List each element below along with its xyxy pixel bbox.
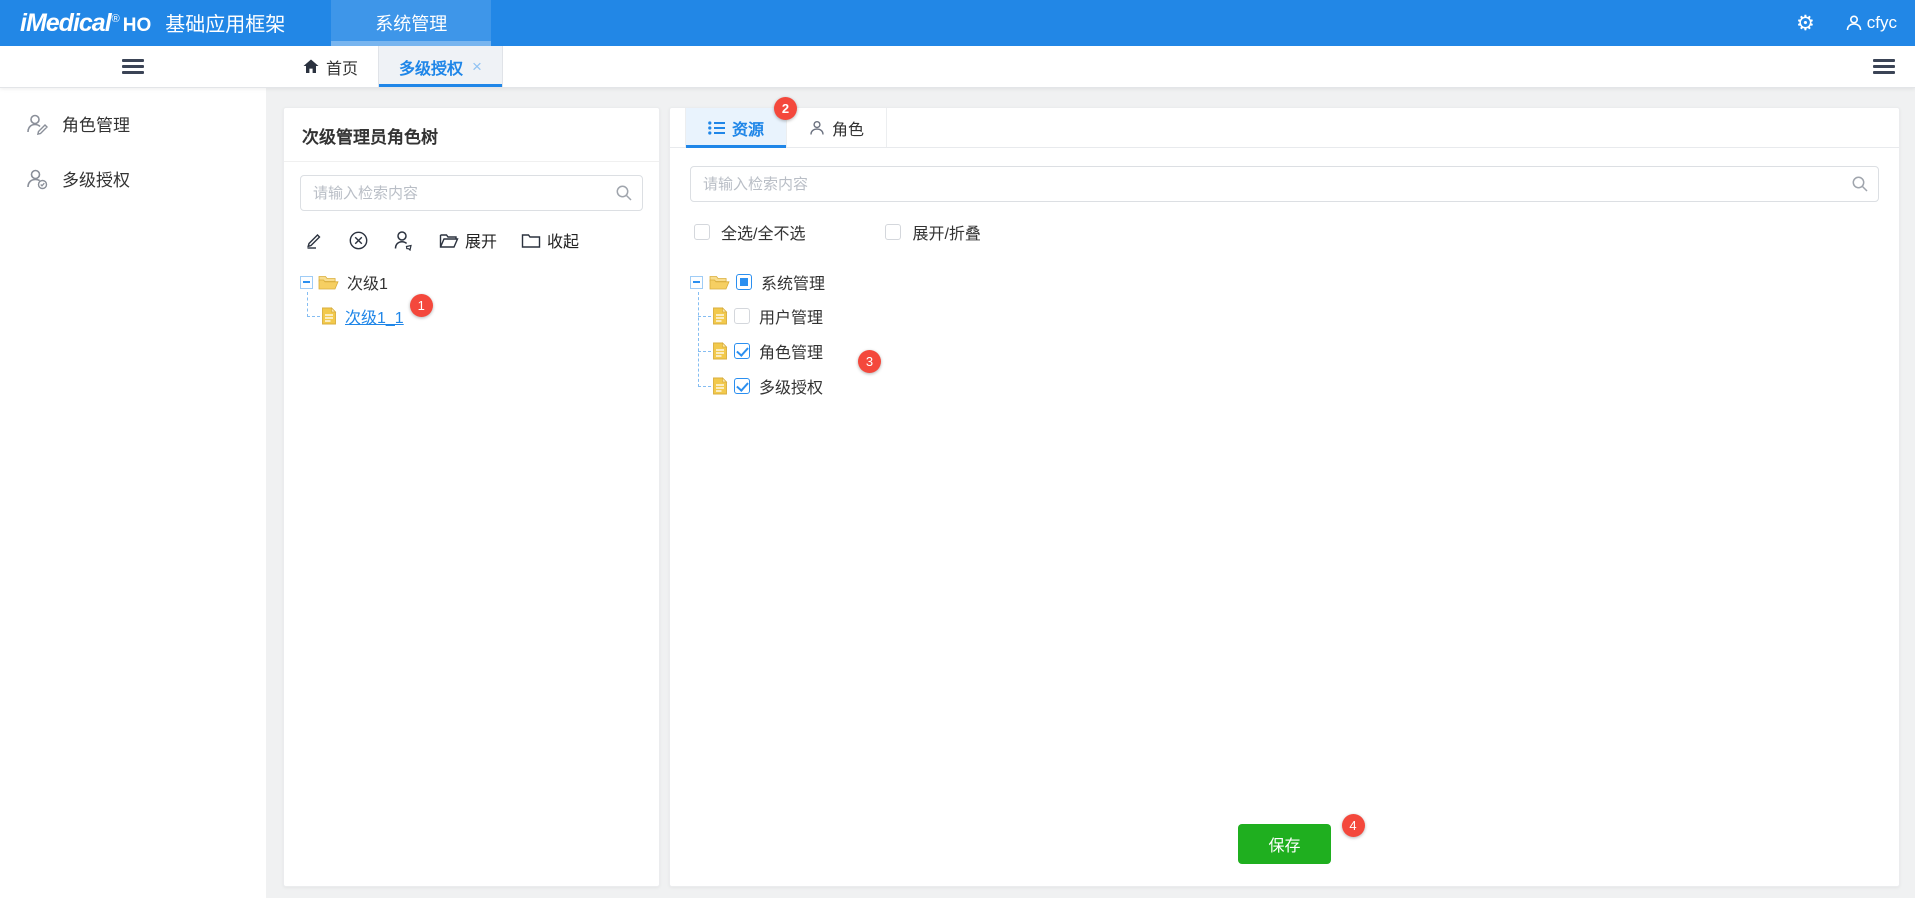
role-tree-panel: 次级管理员角色树 请输入检索内容 展开 收起 次级1 次级1_1 1: [283, 107, 660, 887]
panel-title: 次级管理员角色树: [284, 108, 659, 162]
checkbox-icon[interactable]: [885, 224, 902, 240]
tab-multi-auth[interactable]: 多级授权 ×: [378, 46, 503, 87]
tab-home-label: 首页: [326, 60, 359, 78]
step-badge-2: 2: [774, 97, 798, 120]
checkbox-icon[interactable]: [734, 307, 750, 324]
multi-auth-icon: [27, 169, 48, 189]
edit-icon[interactable]: [304, 230, 324, 250]
role-tree-toolbar: 展开 收起: [284, 219, 659, 260]
close-icon[interactable]: ×: [472, 57, 482, 77]
tree-node-role-mgmt[interactable]: 角色管理 3: [698, 333, 1879, 373]
tab-roles-label: 角色: [832, 121, 865, 139]
collapse-label: 收起: [547, 234, 580, 251]
tree-node-label[interactable]: 角色管理: [756, 338, 826, 364]
tree-node-label[interactable]: 多级授权: [756, 373, 826, 399]
sidebar-item-label: 多级授权: [62, 171, 130, 190]
collapse-button[interactable]: 收起: [521, 228, 579, 252]
brand-logo-text: iMedical: [20, 9, 112, 37]
folder-icon: [521, 233, 541, 248]
registered-mark: ®: [111, 13, 120, 25]
tab-multi-auth-label: 多级授权: [399, 60, 464, 78]
product-name: 基础应用框架: [165, 14, 286, 36]
role-tree: 次级1 次级1_1 1: [284, 260, 659, 339]
checkbox-checked-icon[interactable]: [734, 377, 750, 394]
save-button[interactable]: 保存: [1238, 824, 1331, 864]
sidebar-toggle-area: [0, 46, 266, 87]
assign-user-icon[interactable]: [393, 230, 415, 251]
tab-bar: 首页 多级授权 ×: [0, 46, 1915, 88]
step-badge-1: 1: [409, 294, 433, 317]
settings-gear-icon[interactable]: ⚙: [1796, 13, 1815, 34]
open-folder-icon: [709, 275, 730, 289]
role-manage-icon: [27, 114, 48, 135]
tree-node-multi-auth[interactable]: 多级授权: [698, 368, 1879, 403]
tab-resources-label: 资源: [732, 121, 765, 139]
brand-ho: HO: [122, 15, 152, 36]
open-folder-icon: [318, 275, 339, 289]
tab-roles[interactable]: 角色: [787, 108, 888, 147]
resource-role-tabs: 资源 2 角色: [670, 97, 1899, 148]
expand-button[interactable]: 展开: [439, 228, 497, 252]
resource-tree: 系统管理 用户管理 角色管理 3 多级授权: [670, 256, 1899, 413]
collapse-expander-icon[interactable]: [690, 275, 703, 289]
list-icon: [708, 120, 725, 135]
role-tree-search: [300, 175, 643, 211]
step-badge-4: 4: [1341, 814, 1365, 837]
username: cfyc: [1866, 13, 1897, 32]
tab-home[interactable]: 首页: [283, 46, 378, 87]
delete-icon[interactable]: [348, 230, 369, 251]
resource-search: [690, 166, 1879, 202]
tree-node-user-mgmt[interactable]: 用户管理: [698, 298, 1879, 333]
checkbox-checked-icon[interactable]: [734, 342, 750, 359]
sidebar-item-label: 角色管理: [62, 116, 130, 135]
search-icon[interactable]: [1851, 175, 1869, 193]
tree-node-system[interactable]: 系统管理: [690, 266, 1879, 298]
tree-node-label-selected[interactable]: 次级1_1: [342, 303, 407, 329]
user-menu[interactable]: cfyc: [1845, 13, 1897, 33]
tree-node-label[interactable]: 次级1: [344, 269, 391, 295]
left-sidebar: 角色管理 多级授权: [0, 88, 266, 898]
sidebar-item-role-management[interactable]: 角色管理: [0, 96, 266, 151]
select-all-label: 全选/全不选: [721, 226, 806, 243]
brand-logo: iMedical ® HO 基础应用框架: [20, 8, 285, 38]
tree-option-row: 全选/全不选 展开/折叠: [670, 212, 1899, 256]
expand-collapse-checkbox[interactable]: 展开/折叠: [885, 220, 981, 244]
select-all-checkbox[interactable]: 全选/全不选: [694, 220, 805, 244]
user-icon: [1846, 15, 1862, 31]
tree-node-label[interactable]: 系统管理: [758, 269, 828, 295]
document-icon: [713, 376, 728, 394]
document-icon: [322, 306, 337, 324]
collapse-expander-icon[interactable]: [300, 275, 313, 289]
authorization-panel: 资源 2 角色 全选/全不选 展开/折叠: [669, 97, 1900, 887]
role-tree-search-input[interactable]: [300, 175, 643, 211]
sidebar-toggle-icon[interactable]: [122, 56, 144, 77]
expand-label: 展开: [465, 234, 498, 251]
expand-collapse-label: 展开/折叠: [912, 226, 981, 243]
tab-resources[interactable]: 资源 2: [685, 97, 798, 148]
home-icon: [303, 59, 319, 73]
document-icon: [713, 341, 728, 359]
tree-node-label[interactable]: 用户管理: [756, 303, 826, 329]
folder-open-icon: [439, 233, 459, 248]
sidebar-item-multi-auth[interactable]: 多级授权: [0, 151, 266, 206]
search-icon[interactable]: [615, 184, 633, 202]
tree-children: 用户管理 角色管理 3 多级授权: [698, 292, 1879, 403]
header-right: ⚙ cfyc: [1796, 13, 1897, 34]
resource-search-input[interactable]: [690, 166, 1879, 202]
person-icon: [810, 120, 824, 135]
document-icon: [713, 306, 728, 324]
save-area: 保存 4: [670, 814, 1899, 864]
tree-children: 次级1_1 1: [307, 292, 643, 333]
menu-system-management[interactable]: 系统管理: [331, 0, 492, 46]
tree-node-child[interactable]: 次级1_1 1: [307, 294, 643, 333]
checkbox-indeterminate-icon[interactable]: [736, 274, 752, 290]
tab-list-menu-icon[interactable]: [1873, 56, 1895, 77]
checkbox-icon[interactable]: [694, 224, 710, 240]
tree-node-root[interactable]: 次级1: [300, 266, 643, 298]
app-header: iMedical ® HO 基础应用框架 系统管理 ⚙ cfyc: [0, 0, 1915, 46]
